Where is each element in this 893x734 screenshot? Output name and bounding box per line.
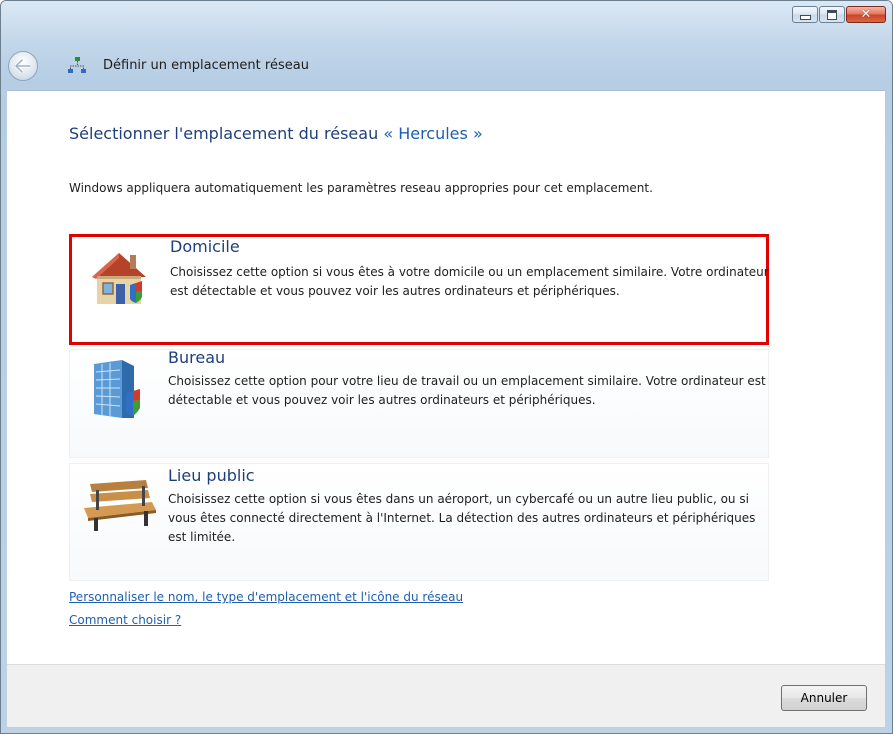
- close-button[interactable]: ✕: [846, 6, 886, 23]
- maximize-button[interactable]: [819, 6, 845, 23]
- close-icon: ✕: [860, 7, 872, 22]
- option-office[interactable]: Bureau Choisissez cette option pour votr…: [69, 348, 769, 458]
- page-heading: Sélectionner l'emplacement du réseau « H…: [69, 124, 483, 143]
- description-text: Windows appliquera automatiquement les p…: [69, 181, 653, 195]
- option-public-text: Choisissez cette option si vous êtes dan…: [168, 492, 756, 544]
- option-home[interactable]: Domicile Choisissez cette option si vous…: [69, 234, 769, 345]
- option-home-title: Domicile: [170, 237, 240, 256]
- bottom-bar: Annuler: [7, 664, 885, 727]
- park-bench-icon: [84, 480, 156, 531]
- house-icon: [92, 253, 146, 304]
- back-arrow-icon: [15, 59, 31, 73]
- caption-buttons: ✕: [792, 6, 886, 23]
- option-office-text: Choisissez cette option pour votre lieu …: [168, 374, 766, 407]
- option-public-title: Lieu public: [168, 466, 255, 485]
- minimize-icon: [799, 15, 811, 20]
- window-title: Définir un emplacement réseau: [103, 58, 309, 73]
- minimize-button[interactable]: [792, 6, 818, 23]
- heading-text: Sélectionner l'emplacement du réseau: [69, 124, 379, 143]
- option-home-text: Choisissez cette option si vous êtes à v…: [170, 265, 769, 298]
- content-panel: Sélectionner l'emplacement du réseau « H…: [7, 90, 885, 664]
- how-to-choose-link[interactable]: Comment choisir ?: [69, 613, 181, 627]
- customize-network-link[interactable]: Personnaliser le nom, le type d'emplacem…: [69, 590, 463, 604]
- dialog-window: ✕ Définir un emplacement réseau Sélectio…: [0, 0, 893, 734]
- network-name: « Hercules »: [383, 124, 483, 143]
- option-office-title: Bureau: [168, 348, 226, 367]
- option-public[interactable]: Lieu public Choisissez cette option si v…: [69, 463, 769, 581]
- network-icon: [68, 57, 86, 73]
- cancel-button[interactable]: Annuler: [781, 685, 867, 711]
- maximize-icon: [827, 9, 837, 20]
- office-building-icon: [94, 360, 140, 418]
- back-button[interactable]: [8, 51, 38, 81]
